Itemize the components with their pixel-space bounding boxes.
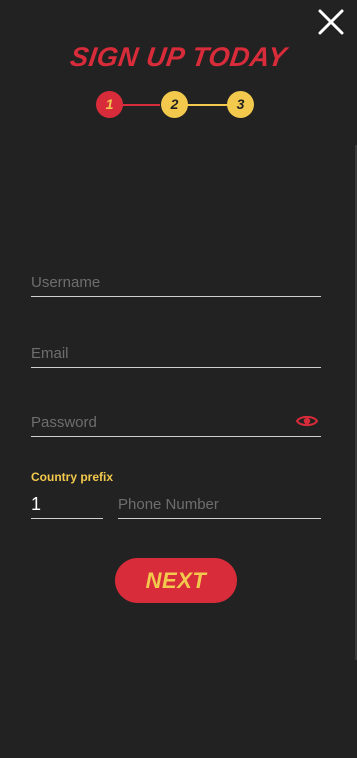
stepper-connector-pending <box>186 104 228 106</box>
phone-field-wrapper <box>118 490 321 519</box>
country-prefix-field-wrapper <box>31 490 103 519</box>
country-prefix-input[interactable] <box>31 490 103 518</box>
close-button[interactable] <box>317 8 345 36</box>
close-icon <box>318 9 344 35</box>
password-field-wrapper <box>31 408 321 437</box>
step-2[interactable]: 2 <box>161 91 188 118</box>
email-input[interactable] <box>31 339 321 367</box>
country-prefix-label: Country prefix <box>31 470 114 484</box>
signup-stepper: 1 2 3 <box>96 91 256 119</box>
username-input[interactable] <box>31 268 321 296</box>
page-title: SIGN UP TODAY <box>68 42 289 72</box>
password-input[interactable] <box>31 408 286 436</box>
email-field-wrapper <box>31 339 321 368</box>
username-field-wrapper <box>31 268 321 297</box>
stepper-connector-completed <box>122 104 160 106</box>
step-3[interactable]: 3 <box>227 91 254 118</box>
phone-number-input[interactable] <box>118 490 321 518</box>
password-visibility-toggle[interactable] <box>295 413 319 429</box>
eye-icon <box>295 415 319 427</box>
next-button[interactable]: NEXT <box>115 558 237 603</box>
step-1[interactable]: 1 <box>96 91 123 118</box>
